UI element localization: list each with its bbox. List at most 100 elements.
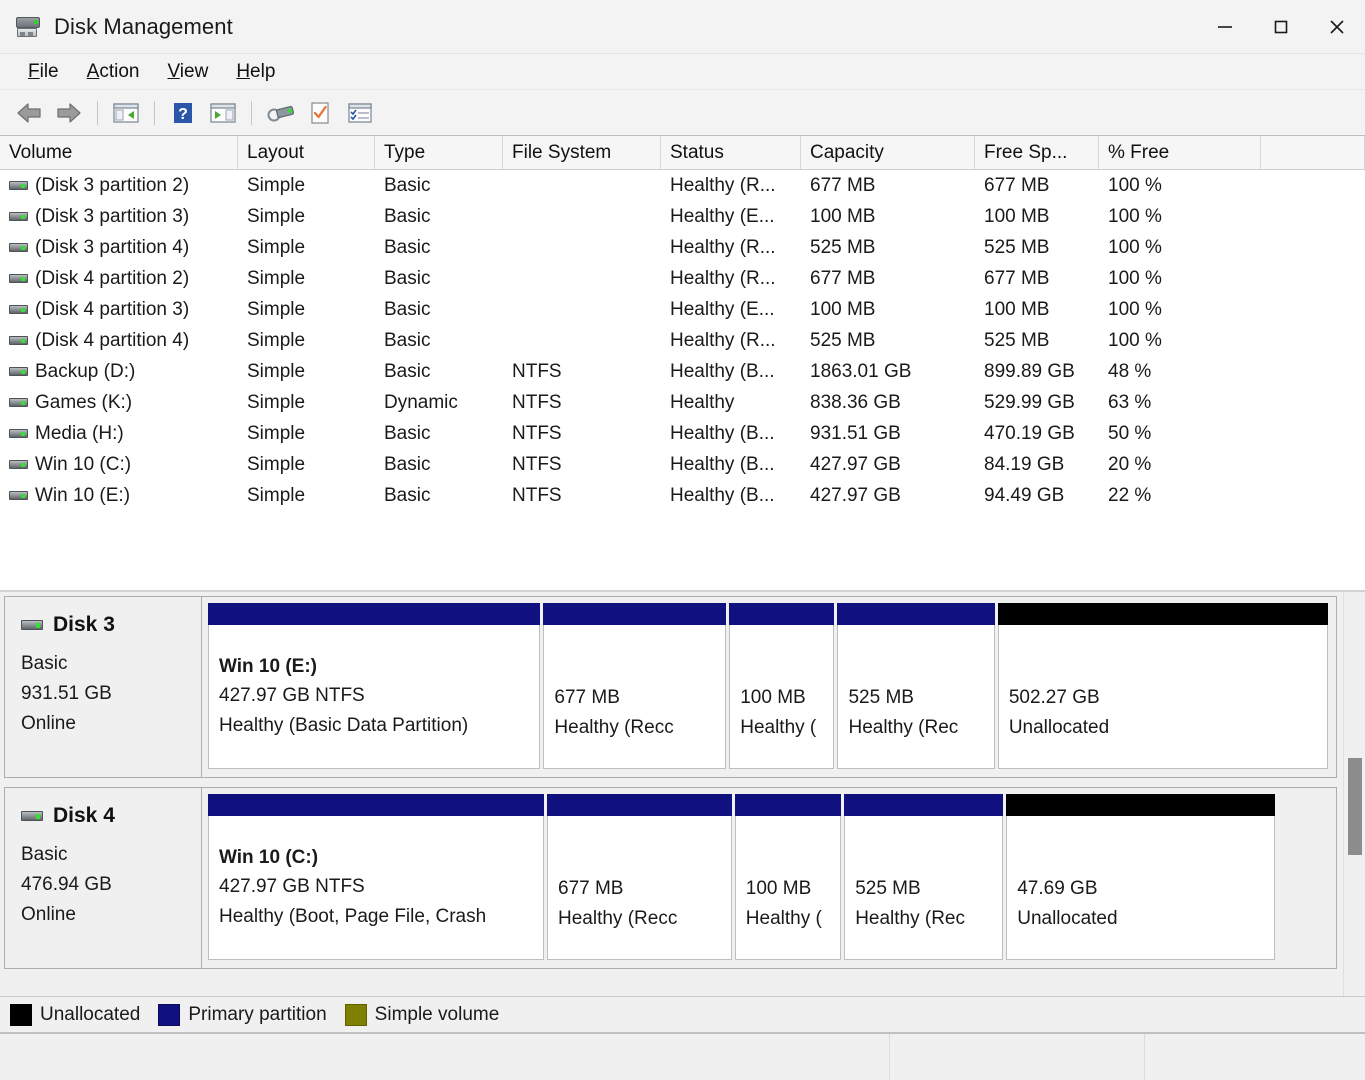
partition-color-bar xyxy=(734,794,842,816)
close-button[interactable] xyxy=(1309,0,1365,54)
disk-size: 931.51 GB xyxy=(21,683,112,704)
cell-volume: Win 10 (E:) xyxy=(0,485,238,507)
column-header-spacer[interactable] xyxy=(1261,136,1365,169)
legend-item: Unallocated xyxy=(10,1003,141,1026)
cell-file-system: NTFS xyxy=(512,453,562,475)
legend-label: Unallocated xyxy=(40,1003,141,1025)
show-hide-console-tree-icon[interactable] xyxy=(107,95,145,131)
column-header-status[interactable]: Status xyxy=(661,136,801,169)
cell-percent-free: 100 % xyxy=(1108,236,1162,258)
partition-size: 677 MB xyxy=(554,687,620,708)
cell-status: Healthy xyxy=(670,391,735,413)
menu-view[interactable]: View xyxy=(153,58,222,86)
cell-free-space: 100 MB xyxy=(984,298,1050,320)
cell-volume: Backup (D:) xyxy=(0,361,238,383)
cell-volume-label: Media (H:) xyxy=(35,422,124,444)
partition-status: Healthy ( xyxy=(740,717,817,738)
volume-drive-icon xyxy=(9,367,28,376)
volume-drive-icon xyxy=(9,274,28,283)
column-header-layout[interactable]: Layout xyxy=(238,136,375,169)
partition-block[interactable]: 100 MB Healthy ( xyxy=(729,603,835,769)
menu-action[interactable]: Action xyxy=(73,58,154,86)
volume-drive-icon xyxy=(9,305,28,314)
volume-row[interactable]: (Disk 3 partition 2) Simple Basic Healthy (… xyxy=(0,170,1365,201)
cell-capacity: 525 MB xyxy=(810,236,876,258)
partition-block[interactable]: Win 10 (E:) 427.97 GB NTFS Healthy (Basic … xyxy=(208,603,541,769)
cell-type: Basic xyxy=(384,205,431,227)
cell-free-space: 84.19 GB xyxy=(984,453,1065,475)
partition-strip: Win 10 (E:) 427.97 GB NTFS Healthy (Basic … xyxy=(202,596,1337,778)
disk-info-panel[interactable]: Disk 4 Basic 476.94 GB Online xyxy=(4,787,202,969)
help-topics-icon[interactable] xyxy=(341,95,379,131)
graphical-view-content: Disk 3 Basic 931.51 GB Online Win 10 (E:) 427… xyxy=(0,592,1343,996)
column-header-free-space[interactable]: Free Sp... xyxy=(975,136,1099,169)
volume-drive-icon xyxy=(9,398,28,407)
volume-row[interactable]: Backup (D:) Simple Basic NTFS Healthy (B... 1… xyxy=(0,356,1365,387)
cell-capacity: 427.97 GB xyxy=(810,453,901,475)
column-header-volume[interactable]: Volume xyxy=(0,136,238,169)
cell-volume-label: Win 10 (E:) xyxy=(35,484,131,506)
volume-row[interactable]: Win 10 (C:) Simple Basic NTFS Healthy (B... 4… xyxy=(0,449,1365,480)
volume-row[interactable]: (Disk 3 partition 3) Simple Basic Healthy (… xyxy=(0,201,1365,232)
column-header-capacity[interactable]: Capacity xyxy=(801,136,975,169)
cell-status: Healthy (R... xyxy=(670,329,776,351)
cell-file-system: NTFS xyxy=(512,484,562,506)
menu-help-label: elp xyxy=(250,60,276,82)
volume-drive-icon xyxy=(9,336,28,345)
forward-arrow-icon[interactable] xyxy=(50,95,88,131)
cell-volume-label: (Disk 3 partition 2) xyxy=(35,174,190,196)
volume-row[interactable]: (Disk 4 partition 2) Simple Basic Healthy (… xyxy=(0,263,1365,294)
partition-block[interactable]: 525 MB Healthy (Rec xyxy=(837,603,995,769)
volume-row[interactable]: (Disk 3 partition 4) Simple Basic Healthy (… xyxy=(0,232,1365,263)
partition-block[interactable]: 677 MB Healthy (Recc xyxy=(543,603,727,769)
menu-file[interactable]: File xyxy=(14,58,73,86)
volume-row[interactable]: (Disk 4 partition 3) Simple Basic Healthy (… xyxy=(0,294,1365,325)
cell-volume-label: (Disk 3 partition 4) xyxy=(35,236,190,258)
menu-help[interactable]: Help xyxy=(222,58,289,86)
menu-bar: File Action View Help xyxy=(0,54,1365,90)
partition-block[interactable]: Win 10 (C:) 427.97 GB NTFS Healthy (Boot, … xyxy=(208,794,544,960)
cell-volume-label: Backup (D:) xyxy=(35,360,136,382)
cell-status: Healthy (B... xyxy=(670,453,775,475)
column-header-percent-free[interactable]: % Free xyxy=(1099,136,1261,169)
partition-block[interactable]: 100 MB Healthy ( xyxy=(734,794,842,960)
partition-size: 502.27 GB xyxy=(1008,687,1100,708)
legend-item: Primary partition xyxy=(158,1003,327,1026)
cell-file-system: NTFS xyxy=(512,391,562,413)
volume-drive-icon xyxy=(9,243,28,252)
graphical-view-scrollbar[interactable] xyxy=(1343,592,1365,996)
volume-row[interactable]: Win 10 (E:) Simple Basic NTFS Healthy (B... 4… xyxy=(0,480,1365,511)
partition-details: 525 MB Healthy (Rec xyxy=(844,816,1004,960)
disk-info-panel[interactable]: Disk 3 Basic 931.51 GB Online xyxy=(4,596,202,778)
volume-row[interactable]: (Disk 4 partition 4) Simple Basic Healthy (… xyxy=(0,325,1365,356)
cell-volume-label: Games (K:) xyxy=(35,391,133,413)
column-header-type[interactable]: Type xyxy=(375,136,503,169)
partition-block[interactable]: 47.69 GB Unallocated xyxy=(1006,794,1276,960)
cell-volume-label: (Disk 3 partition 3) xyxy=(35,205,190,227)
cell-percent-free: 100 % xyxy=(1108,267,1162,289)
scrollbar-thumb[interactable] xyxy=(1348,757,1362,855)
column-header-file-system[interactable]: File System xyxy=(503,136,661,169)
partition-details: Win 10 (C:) 427.97 GB NTFS Healthy (Boot, … xyxy=(208,816,544,960)
cell-volume: (Disk 4 partition 3) xyxy=(0,299,238,321)
volume-row[interactable]: Media (H:) Simple Basic NTFS Healthy (B... 93… xyxy=(0,418,1365,449)
cell-status: Healthy (R... xyxy=(670,236,776,258)
show-hide-action-pane-icon[interactable] xyxy=(204,95,242,131)
volume-row[interactable]: Games (K:) Simple Dynamic NTFS Healthy 838.36… xyxy=(0,387,1365,418)
partition-block[interactable]: 677 MB Healthy (Recc xyxy=(547,794,732,960)
status-bar xyxy=(0,1032,1365,1080)
volume-list-pane: Volume Layout Type File System Status Ca… xyxy=(0,136,1365,592)
help-icon[interactable]: ? xyxy=(164,95,202,131)
back-arrow-icon[interactable] xyxy=(10,95,48,131)
minimize-button[interactable] xyxy=(1197,0,1253,54)
rescan-disks-icon[interactable] xyxy=(261,95,299,131)
partition-block[interactable]: 525 MB Healthy (Rec xyxy=(844,794,1004,960)
cell-capacity: 100 MB xyxy=(810,298,876,320)
maximize-button[interactable] xyxy=(1253,0,1309,54)
partition-block[interactable]: 502.27 GB Unallocated xyxy=(997,603,1328,769)
cell-volume-label: (Disk 4 partition 2) xyxy=(35,267,190,289)
cell-volume: (Disk 4 partition 2) xyxy=(0,268,238,290)
cell-volume: Games (K:) xyxy=(0,392,238,414)
partition-details: 502.27 GB Unallocated xyxy=(997,625,1328,769)
properties-icon[interactable] xyxy=(301,95,339,131)
